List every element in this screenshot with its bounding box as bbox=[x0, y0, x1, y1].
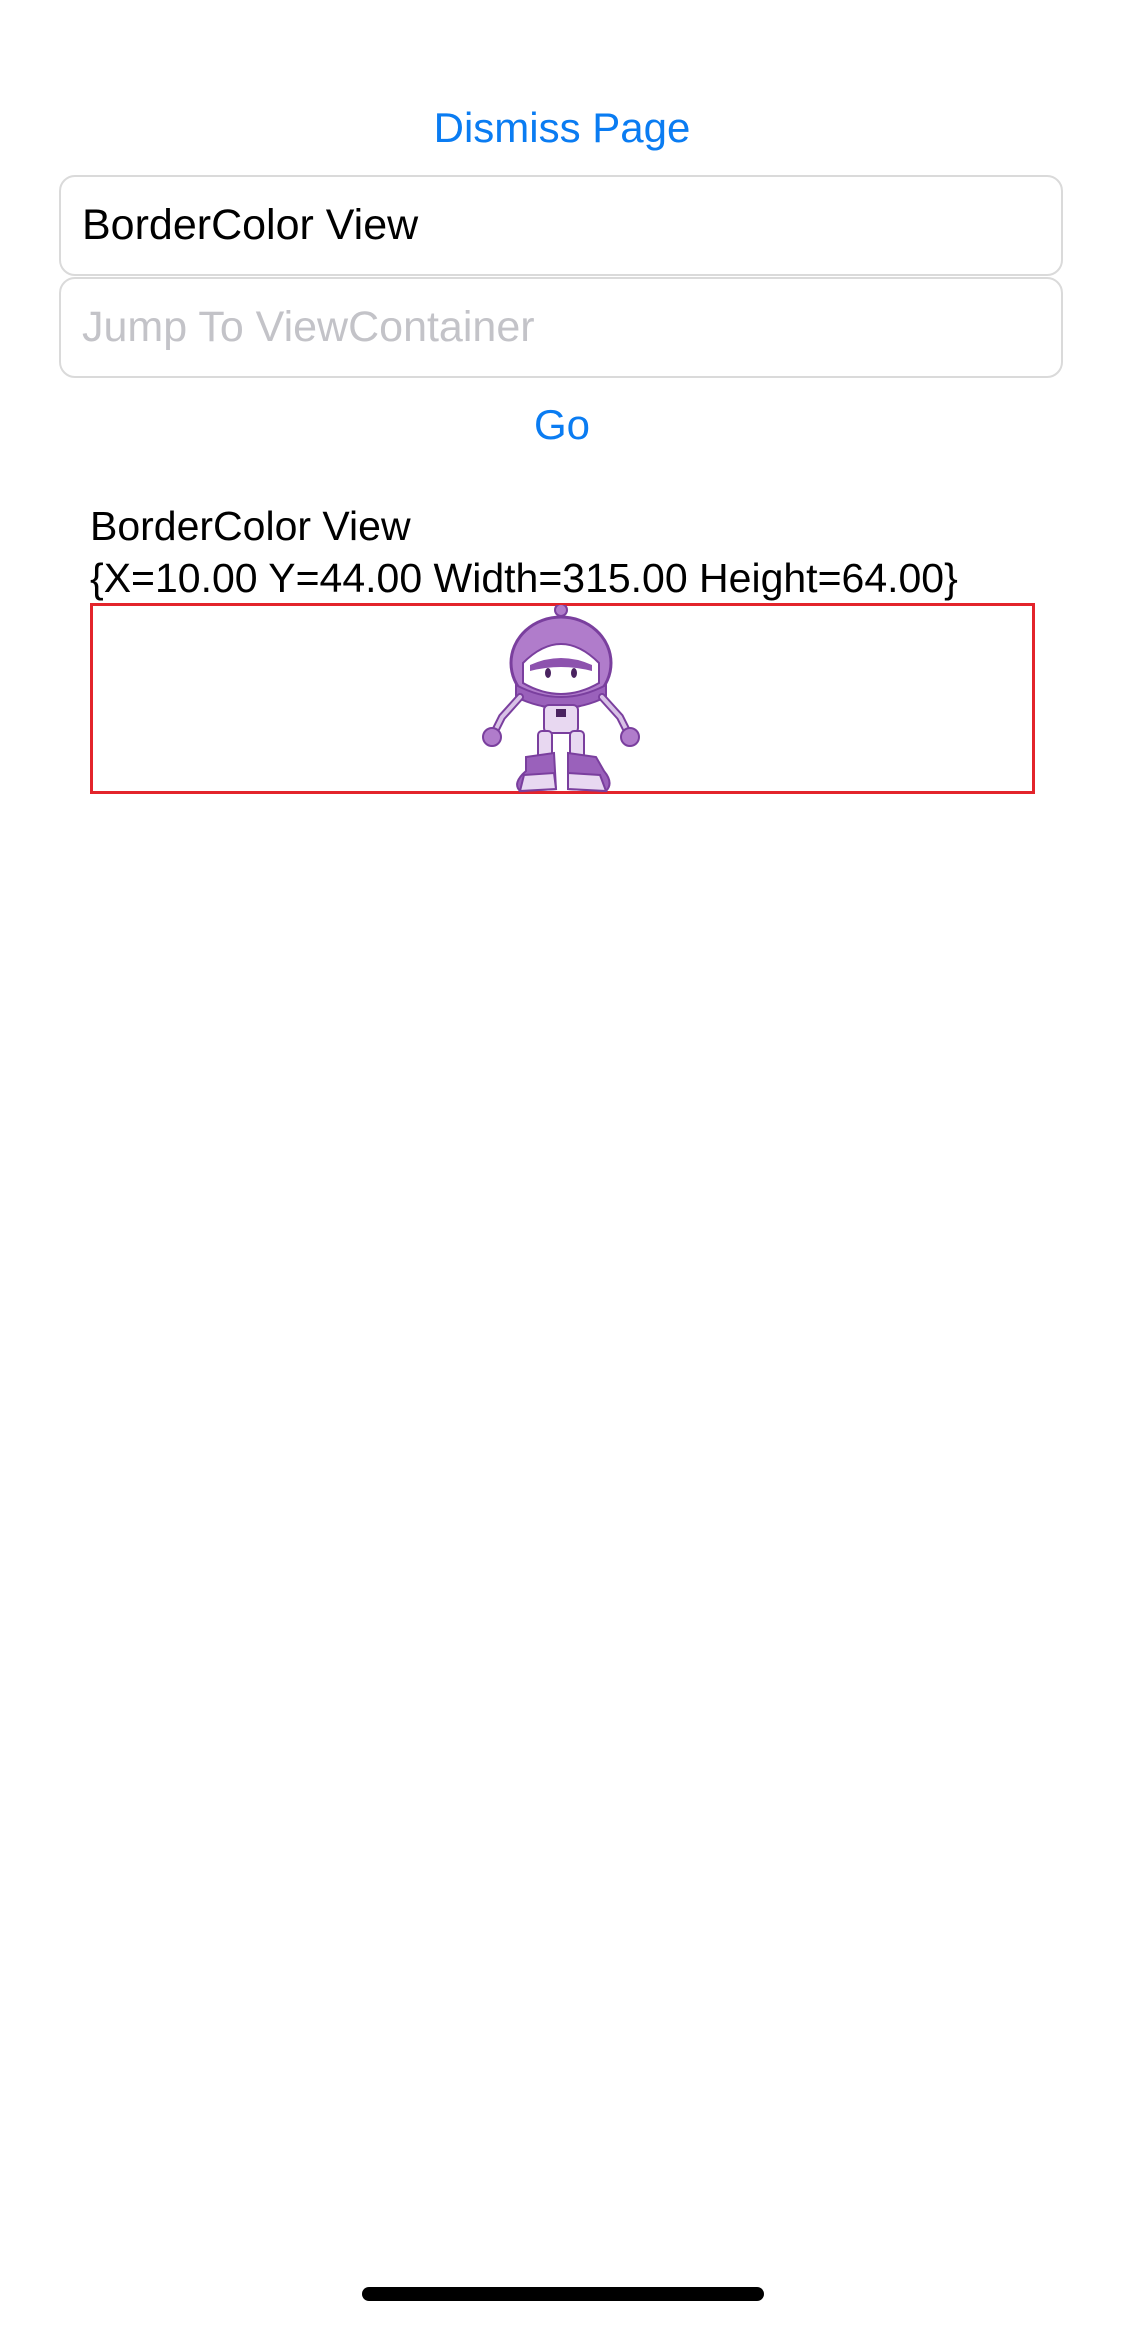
dismiss-page-button[interactable]: Dismiss Page bbox=[0, 100, 1124, 156]
view-frame-label: {X=10.00 Y=44.00 Width=315.00 Height=64.… bbox=[90, 555, 958, 601]
view-title-label: BorderColor View bbox=[90, 503, 411, 549]
go-button[interactable]: Go bbox=[0, 397, 1124, 453]
jump-to-viewcontainer-input[interactable]: Jump To ViewContainer bbox=[59, 277, 1063, 378]
title-field[interactable]: BorderColor View bbox=[59, 175, 1063, 276]
home-indicator[interactable] bbox=[362, 2287, 764, 2301]
robot-mascot-icon bbox=[482, 605, 640, 793]
